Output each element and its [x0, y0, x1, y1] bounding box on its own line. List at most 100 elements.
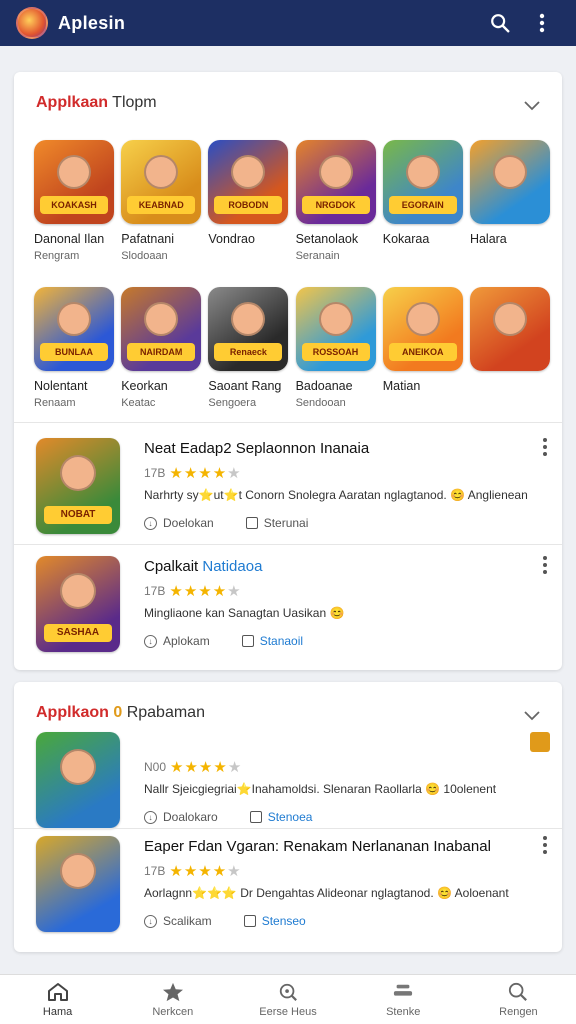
- more-vert-icon[interactable]: [540, 556, 550, 574]
- section-card-applkaon: Applkaon 0 Rpabaman N00 ★★★★★ Nallr Sjeicg…: [14, 682, 562, 952]
- game-icon[interactable]: EGORAIN: [382, 140, 463, 224]
- character-face-icon: [231, 155, 266, 190]
- game-subtitle: Sengoera: [208, 397, 257, 409]
- game-tile[interactable]: [469, 287, 550, 409]
- game-logo-banner: ROBODN: [214, 196, 283, 214]
- game-icon[interactable]: KOAKASH: [34, 140, 114, 224]
- list-item[interactable]: NOBAT Neat Eadap2 Seplaonnon Inanaia 17B ★★…: [34, 438, 550, 538]
- game-logo-banner: KEABNAD: [127, 196, 196, 214]
- game-tile[interactable]: KOAKASH Danonal Ilan Rengram: [34, 140, 114, 262]
- star-filled-icon: ★: [212, 863, 228, 880]
- star-filled-icon: ★: [169, 583, 184, 600]
- more-vert-icon[interactable]: [540, 438, 550, 456]
- game-logo-banner: Renaeck: [214, 343, 283, 361]
- star-empty-icon: ★: [227, 863, 242, 880]
- game-icon[interactable]: [469, 140, 550, 224]
- action-1-button[interactable]: Scalikam: [163, 914, 212, 928]
- checkbox-icon[interactable]: [249, 811, 262, 823]
- game-subtitle: Slodoaan: [121, 250, 168, 262]
- game-icon[interactable]: ROBODN: [208, 140, 289, 224]
- app-thumbnail[interactable]: [36, 836, 120, 932]
- character-face-icon: [57, 302, 91, 337]
- app-title-link[interactable]: Natidaoa: [202, 558, 262, 575]
- emoji-icon: 😊: [425, 782, 441, 796]
- action-2-button[interactable]: Sterunai: [264, 516, 309, 530]
- chevron-down-icon[interactable]: [524, 98, 540, 116]
- action-2-button[interactable]: Stanaoil: [260, 634, 303, 648]
- game-logo-banner: BUNLAA: [40, 343, 108, 361]
- app-rating: 17B ★★★★★: [144, 582, 242, 600]
- nav-home[interactable]: Hama: [0, 975, 115, 1024]
- checkbox-icon[interactable]: [243, 915, 256, 927]
- action-1-button[interactable]: Doalokaro: [163, 810, 218, 824]
- checkbox-icon[interactable]: [245, 517, 258, 529]
- divider: [14, 828, 562, 829]
- game-tile[interactable]: Halara: [469, 140, 550, 262]
- action-2-button[interactable]: Stenoea: [268, 810, 313, 824]
- game-subtitle: Keatac: [121, 397, 156, 409]
- character-face-icon: [60, 853, 96, 890]
- action-2-button[interactable]: Stenseo: [262, 914, 306, 928]
- rating-stars: ★★★★★: [169, 464, 241, 482]
- nav-featured[interactable]: Nerkcen: [115, 975, 230, 1024]
- game-icon[interactable]: NRGDOK: [295, 140, 376, 224]
- star-filled-icon: ★: [198, 863, 213, 880]
- game-tile[interactable]: BUNLAA Nolentant Renaam: [34, 287, 114, 409]
- list-item[interactable]: N00 ★★★★★ Nallr Sjeicgiegriai⭐Inahamoldsi.…: [34, 732, 550, 832]
- game-icon[interactable]: ANEIKOA: [382, 287, 463, 371]
- game-tile[interactable]: NRGDOK Setanolaok Seranain: [295, 140, 376, 262]
- more-vert-icon[interactable]: [540, 836, 550, 854]
- game-icon[interactable]: ROSSOAH: [295, 287, 376, 371]
- app-thumbnail[interactable]: [36, 732, 120, 828]
- game-icon[interactable]: [469, 287, 550, 371]
- game-icon[interactable]: BUNLAA: [34, 287, 114, 371]
- app-title-text: Neat Eadap2 Seplaonnon Inanaia: [144, 440, 370, 457]
- game-name: Vondrao: [208, 232, 255, 246]
- action-1-button[interactable]: Doelokan: [163, 516, 214, 530]
- game-subtitle: Rengram: [34, 250, 80, 262]
- app-rating: 17B ★★★★★: [144, 464, 242, 482]
- download-circle-icon: ↓: [144, 516, 157, 530]
- game-name: Pafatnani: [121, 232, 175, 246]
- character-face-icon: [231, 302, 266, 337]
- list-item[interactable]: SASHAA Cpalkait Natidaoa 17B ★★★★★ Mingliaon…: [34, 556, 550, 656]
- bottom-navigation: Hama Nerkcen Eerse Heus Stenke Rengen: [0, 974, 576, 1024]
- nav-explore[interactable]: Eerse Heus: [230, 975, 345, 1024]
- game-logo-banner: NAIRDAM: [127, 343, 196, 361]
- game-tile[interactable]: EGORAIN Kokaraa: [382, 140, 463, 262]
- section-title: Applkaon 0 Rpabaman: [36, 704, 205, 722]
- nav-explore-label: Eerse Heus: [259, 1005, 317, 1018]
- game-tile[interactable]: Renaeck Saoant Rang Sengoera: [208, 287, 289, 409]
- game-grid-row-2: BUNLAA Nolentant Renaam NAIRDAM Keorkan Keata…: [34, 287, 550, 409]
- divider: [14, 544, 562, 545]
- nav-stack[interactable]: Stenke: [346, 975, 461, 1024]
- section-title: Applkaan Tlopm: [36, 94, 157, 112]
- more-vert-icon[interactable]: [524, 5, 560, 41]
- chevron-down-icon[interactable]: [524, 708, 540, 726]
- game-tile[interactable]: ROSSOAH Badoanae Sendooan: [295, 287, 376, 409]
- app-thumbnail[interactable]: NOBAT: [36, 438, 120, 534]
- star-filled-icon: ★: [198, 465, 213, 482]
- emoji-icon: 😊: [329, 606, 345, 620]
- app-thumbnail[interactable]: SASHAA: [36, 556, 120, 652]
- app-title: Aplesin: [58, 12, 126, 33]
- game-tile[interactable]: KEABNAD Pafatnani Slodoaan: [121, 140, 202, 262]
- game-subtitle: Seranain: [295, 250, 340, 262]
- game-tile[interactable]: NAIRDAM Keorkan Keatac: [121, 287, 202, 409]
- game-icon[interactable]: NAIRDAM: [121, 287, 202, 371]
- game-icon[interactable]: Renaeck: [208, 287, 289, 371]
- checkbox-icon[interactable]: [241, 635, 254, 647]
- game-tile[interactable]: ANEIKOA Matian: [382, 287, 463, 409]
- nav-search[interactable]: Rengen: [461, 975, 576, 1024]
- game-icon[interactable]: KEABNAD: [121, 140, 202, 224]
- home-icon: [47, 982, 68, 1001]
- action-1-button[interactable]: Aplokam: [163, 634, 210, 648]
- game-logo-banner: KOAKASH: [40, 196, 108, 214]
- search-icon[interactable]: [482, 5, 518, 41]
- top-app-bar: Aplesin: [0, 0, 576, 46]
- list-item[interactable]: Eaper Fdan Vgaran: Renakam Nerlananan In…: [34, 836, 550, 936]
- character-face-icon: [318, 302, 353, 337]
- game-tile[interactable]: ROBODN Vondrao: [208, 140, 289, 262]
- character-face-icon: [492, 302, 527, 337]
- app-description: Nallr Sjeicgiegriai⭐Inahamoldsi. Slenara…: [144, 782, 496, 796]
